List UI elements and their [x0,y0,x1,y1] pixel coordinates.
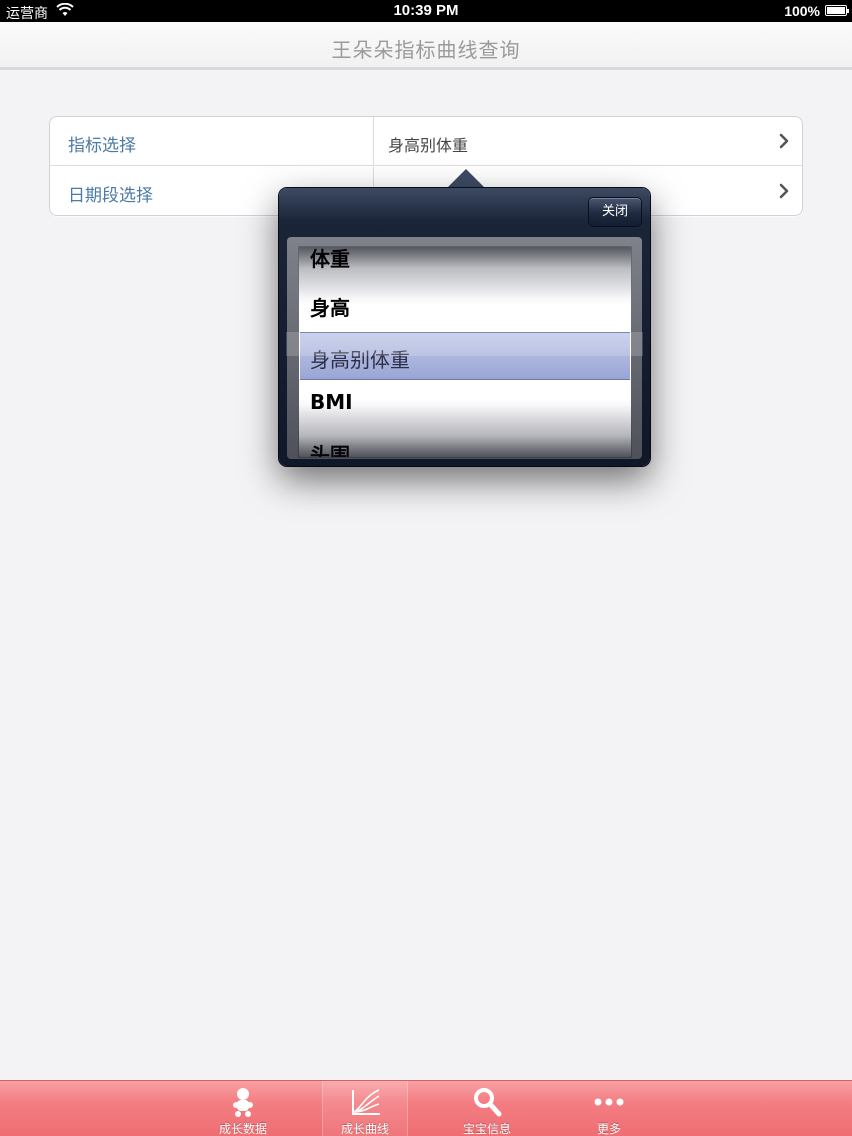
tab-more[interactable]: 更多 [566,1081,652,1136]
status-time: 10:39 PM [393,2,459,19]
row-divider [373,117,374,165]
indicator-select-label: 指标选择 [68,136,136,156]
close-button[interactable]: 关闭 [588,197,642,227]
picker-selected-item: 身高别体重 [310,348,410,372]
picker-item[interactable]: 体重 [310,247,350,272]
popover-arrow [446,169,486,189]
chart-curve-icon [352,1089,380,1115]
tab-label: 更多 [596,1122,621,1136]
navigation-bar: 王朵朵指标曲线查询 [0,22,852,70]
page-title: 王朵朵指标曲线查询 [331,38,521,62]
battery-icon [825,5,849,16]
picker-item[interactable]: BMI [310,390,353,414]
tab-growth-curve[interactable]: 成长曲线 [322,1081,408,1136]
chevron-right-icon [779,133,789,149]
indicator-select-value: 身高别体重 [388,136,469,155]
date-range-select-label: 日期段选择 [68,186,153,206]
baby-icon [233,1088,253,1117]
battery-percent: 100% [784,3,820,19]
tab-bar: 成长数据 成长曲线 宝宝信息 更多 [0,1080,852,1136]
status-bar: 运营商 10:39 PM 100% [0,0,852,22]
picker-item[interactable]: 身高 [310,292,350,321]
chevron-right-icon [779,183,789,199]
tab-label: 宝宝信息 [462,1122,511,1136]
tab-label: 成长曲线 [340,1122,389,1136]
tab-baby-info[interactable]: 宝宝信息 [444,1081,530,1136]
tab-label: 成长数据 [218,1122,267,1136]
indicator-select-row[interactable]: 指标选择 身高别体重 [50,117,802,166]
more-dots-icon [594,1098,624,1106]
picker-selection-bar[interactable]: 身高别体重 [300,332,630,380]
search-icon [474,1088,502,1117]
picker-toolbar: 关闭 [279,188,650,236]
tab-growth-data[interactable]: 成长数据 [200,1081,286,1136]
indicator-picker-popover: 关闭 体重 身高 BMI 头围 [279,188,650,466]
picker-item[interactable]: 头围 [310,439,350,457]
